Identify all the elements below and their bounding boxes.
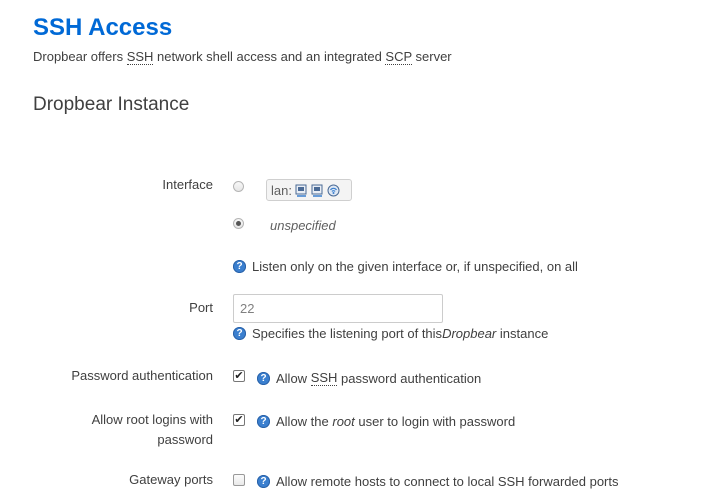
page-title: SSH Access (33, 14, 173, 41)
root-login-help-root: root (332, 414, 355, 429)
interface-lan-label: lan: (271, 182, 292, 198)
interface-radio-unspecified[interactable] (233, 218, 244, 229)
root-login-help-text-2: user to login with password (354, 414, 516, 429)
interface-help-text: Listen only on the given interface or, i… (252, 259, 578, 274)
port-label: Port (189, 300, 213, 315)
password-auth-help: ? Allow SSH password authentication (257, 370, 481, 386)
section-title: Dropbear Instance (33, 94, 190, 115)
password-auth-help-text-1: Allow (276, 370, 311, 386)
port-input[interactable] (233, 294, 443, 323)
port-help-text-1: Specifies the listening port of this (252, 326, 443, 341)
root-login-label: Allow root logins with password (23, 410, 213, 450)
gateway-ports-help: ? Allow remote hosts to connect to local… (257, 474, 619, 489)
description-abbr-ssh: SSH (126, 49, 154, 65)
port-help-dropbear: Dropbear (442, 326, 497, 341)
password-auth-checkbox[interactable]: ✔ (233, 370, 245, 382)
root-login-label-line2: password (157, 432, 213, 447)
password-auth-help-ssh: SSH (310, 370, 338, 386)
interface-lan-option[interactable]: lan: (266, 179, 352, 201)
gateway-ports-help-text: Allow remote hosts to connect to local S… (276, 474, 619, 489)
root-login-checkbox[interactable]: ✔ (233, 414, 245, 426)
interface-radio-lan[interactable] (233, 181, 244, 192)
ethernet-port-icon (295, 184, 307, 197)
gateway-ports-checkbox[interactable] (233, 474, 245, 486)
gateway-ports-label: Gateway ports (129, 472, 213, 487)
interface-unspecified-label[interactable]: unspecified (270, 218, 336, 233)
page-description: Dropbear offers SSH network shell access… (33, 49, 452, 65)
port-help-text-2: instance (496, 326, 549, 341)
description-abbr-scp: SCP (385, 49, 412, 65)
password-auth-help-text-2: password authentication (337, 370, 482, 386)
help-icon: ? (233, 327, 246, 340)
interface-help: ? Listen only on the given interface or,… (233, 259, 578, 274)
port-help: ? Specifies the listening port of this D… (233, 326, 548, 341)
help-icon: ? (257, 475, 270, 488)
description-text-1: Dropbear offers (33, 49, 127, 64)
description-text-3: server (411, 49, 452, 64)
root-login-label-line1: Allow root logins with (91, 412, 213, 427)
help-icon: ? (233, 260, 246, 273)
description-text-2: network shell access and an integrated (153, 49, 386, 64)
root-login-help-text-1: Allow the (276, 414, 333, 429)
password-auth-label: Password authentication (71, 368, 213, 383)
ethernet-port-icon (311, 184, 323, 197)
help-icon: ? (257, 415, 270, 428)
help-icon: ? (257, 371, 270, 385)
interface-label: Interface (162, 177, 213, 192)
root-login-help: ? Allow the root user to login with pass… (257, 414, 515, 429)
wifi-icon (327, 184, 340, 196)
